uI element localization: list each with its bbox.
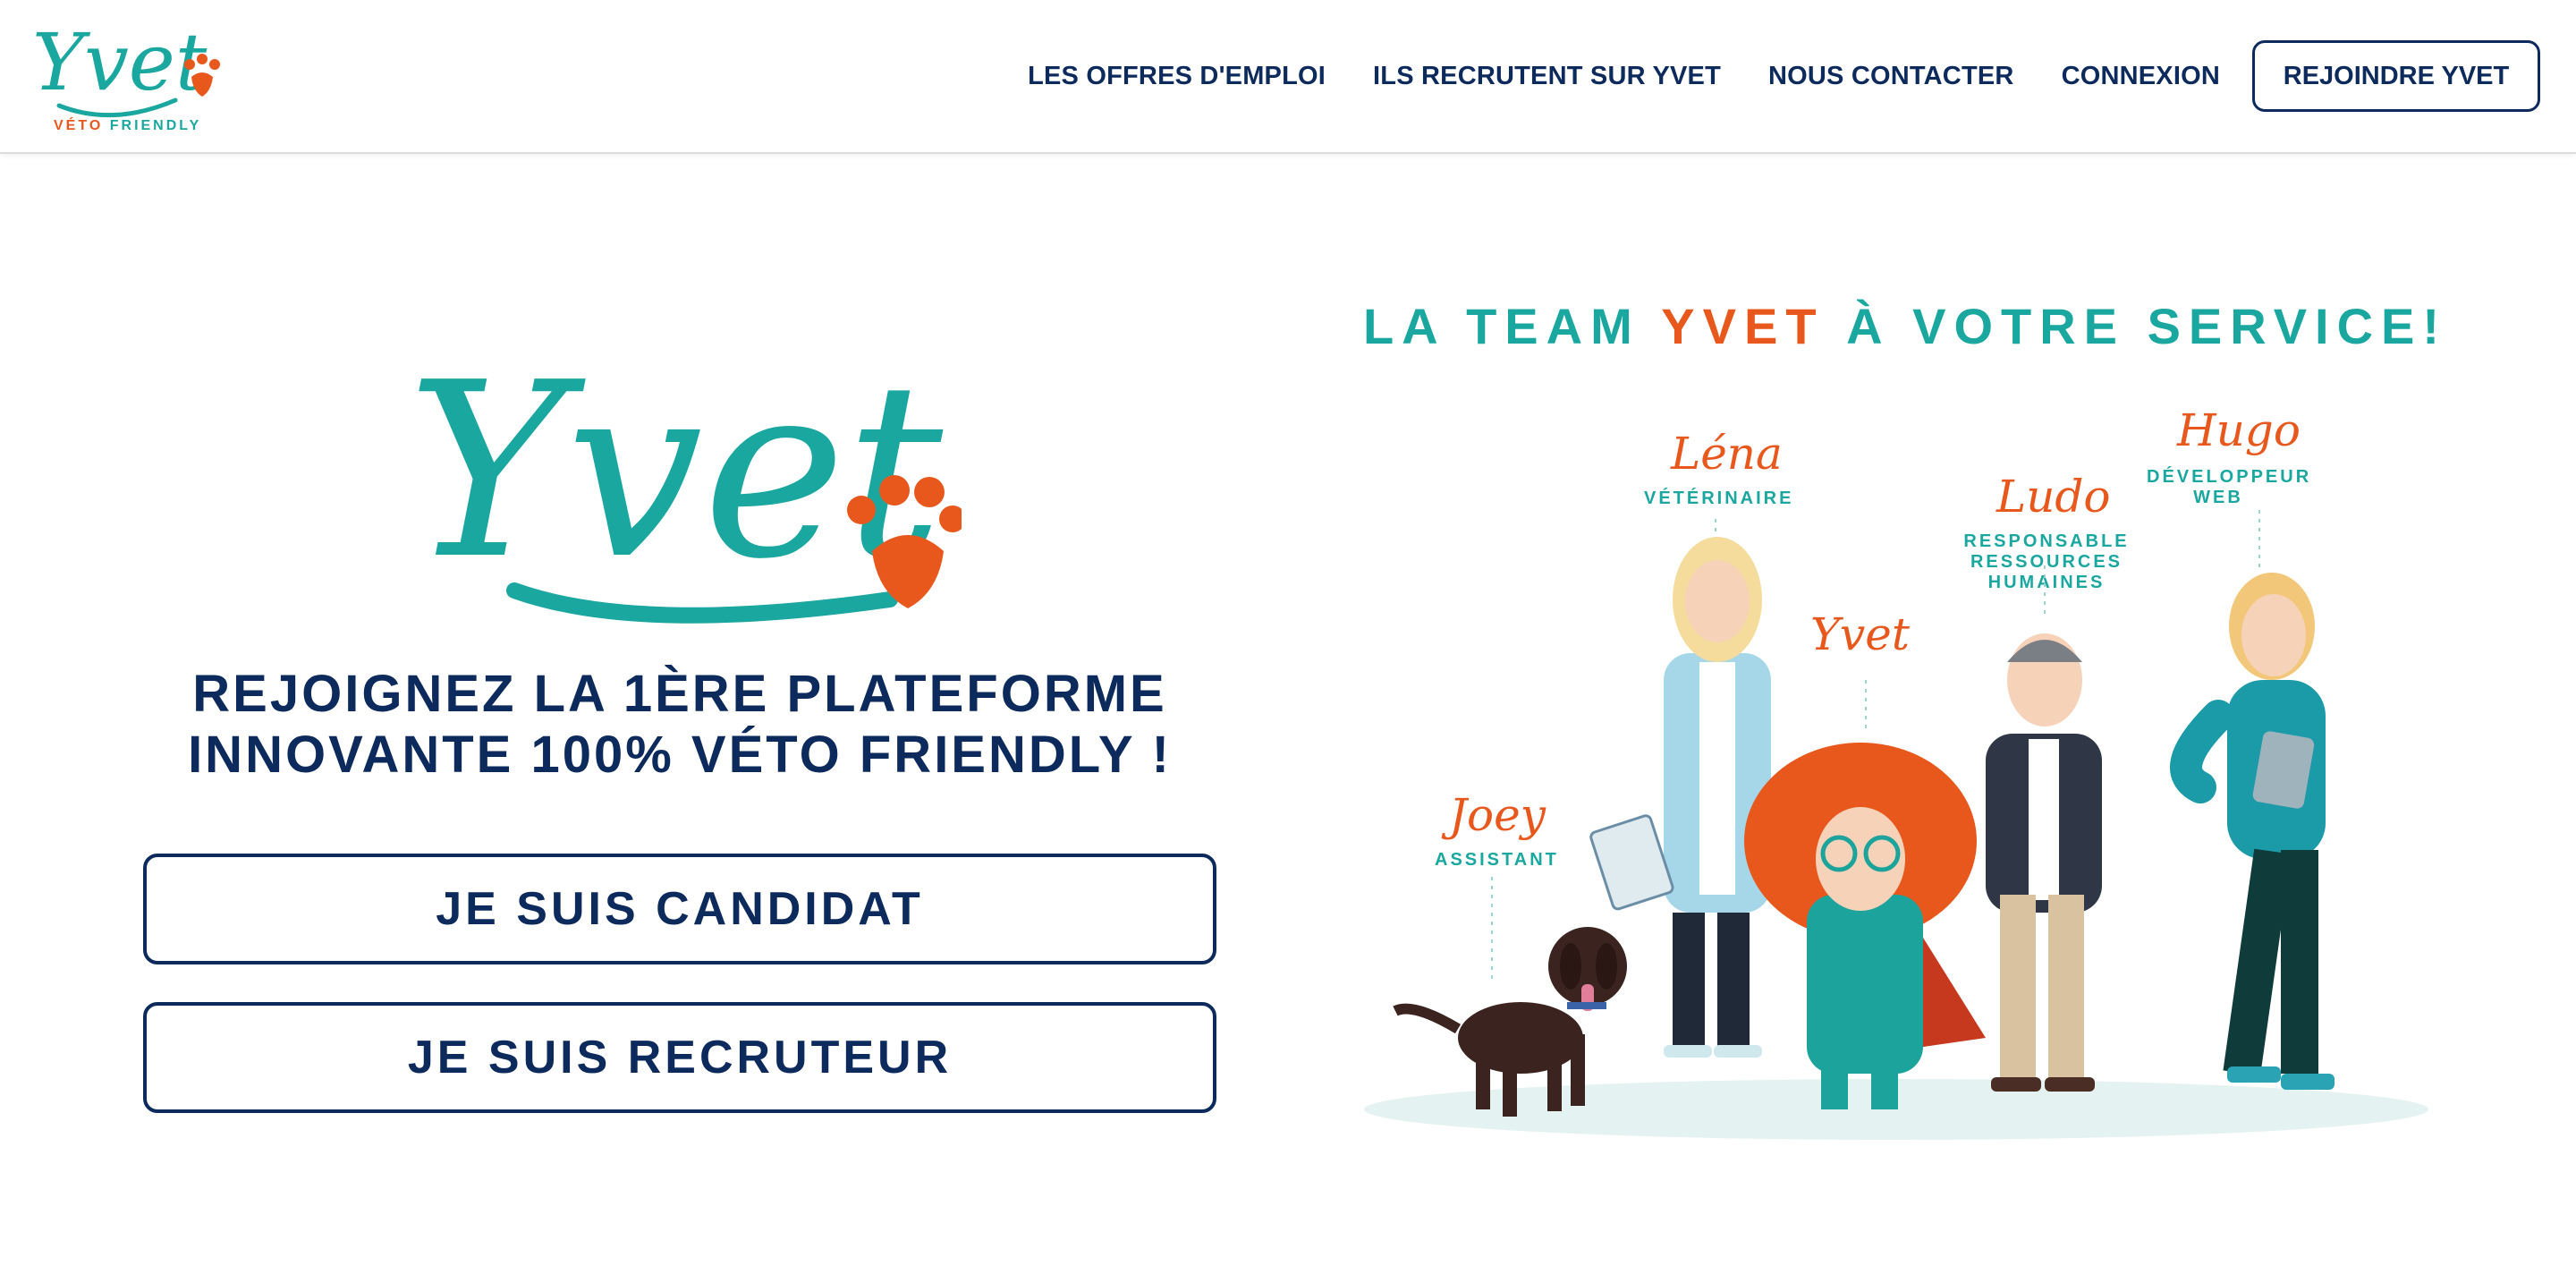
hero-title-line2: INNOVANTE 100% VÉTO FRIENDLY ! — [188, 726, 1172, 784]
logo-tagline: VÉTO FRIENDLY — [54, 118, 202, 133]
hugo-illustration — [2170, 573, 2334, 1090]
hero-title-line1: REJOIGNEZ LA 1ÈRE PLATEFORME — [192, 665, 1167, 723]
svg-text:Yvet: Yvet — [407, 340, 944, 612]
candidate-button[interactable]: JE SUIS CANDIDAT — [143, 854, 1216, 964]
nav-link-contact[interactable]: NOUS CONTACTER — [1768, 62, 2014, 91]
join-button[interactable]: REJOINDRE YVET — [2252, 40, 2540, 112]
main-nav: LES OFFRES D'EMPLOI ILS RECRUTENT SUR YV… — [1028, 0, 2576, 152]
nav-link-job-offers[interactable]: LES OFFRES D'EMPLOI — [1028, 62, 1326, 91]
nav-link-recruiters[interactable]: ILS RECRUTENT SUR YVET — [1373, 62, 1721, 91]
site-header: Yvet VÉTO FRIENDLY LES OFFRES D'EMPLOI I… — [0, 0, 2576, 154]
team-illustration — [1364, 510, 2428, 1140]
hero-title: REJOIGNEZ LA 1ÈRE PLATEFORME INNOVANTE 1… — [125, 664, 1234, 786]
hero-yvet-logo: Yvet — [407, 340, 962, 624]
yvet-illustration — [1744, 743, 1986, 1109]
team-title: LA TEAM YVET À VOTRE SERVICE! — [1362, 298, 2448, 354]
nav-link-login[interactable]: CONNEXION — [2062, 62, 2220, 91]
recruiter-button[interactable]: JE SUIS RECRUTEUR — [143, 1002, 1216, 1113]
ludo-illustration — [1986, 633, 2102, 1092]
logo-text: Yvet — [32, 16, 208, 108]
